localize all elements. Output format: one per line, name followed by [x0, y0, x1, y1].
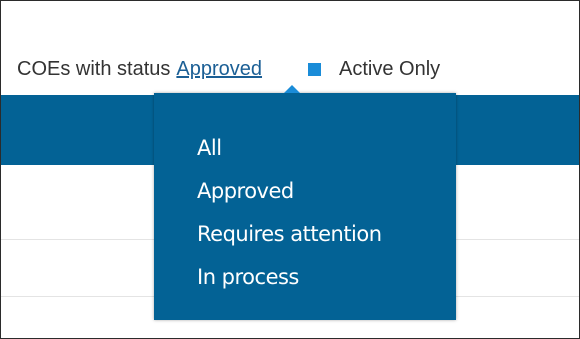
status-dropdown-link[interactable]: Approved — [176, 58, 262, 81]
dropdown-option-all[interactable]: All — [154, 127, 456, 170]
coe-list-panel: COEs with status Approved Active Only Al… — [0, 0, 580, 339]
active-only-label[interactable]: Active Only — [339, 58, 440, 81]
active-only-checkbox[interactable] — [308, 62, 322, 76]
dropdown-option-in-process[interactable]: In process — [154, 256, 456, 299]
dropdown-option-requires-attention[interactable]: Requires attention — [154, 213, 456, 256]
dropdown-option-approved[interactable]: Approved — [154, 170, 456, 213]
status-dropdown-menu: All Approved Requires attention In proce… — [154, 85, 456, 320]
status-filter-bar: COEs with status Approved Active Only — [17, 55, 440, 83]
filter-prefix-label: COEs with status — [17, 57, 171, 80]
